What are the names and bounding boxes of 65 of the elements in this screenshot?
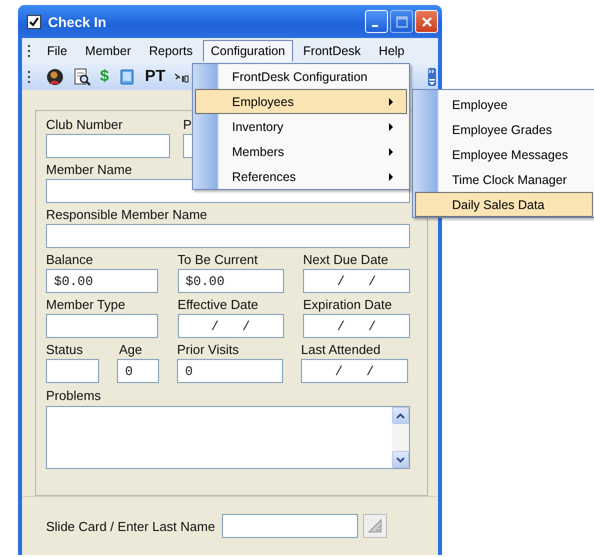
field-label: P: [183, 117, 192, 134]
text-field[interactable]: 0: [117, 359, 159, 383]
menu-item[interactable]: Help: [370, 40, 413, 62]
field-label: Effective Date: [178, 297, 258, 314]
field-label: Slide Card / Enter Last Name: [46, 518, 216, 534]
menu-item[interactable]: File: [39, 40, 76, 62]
text-field[interactable]: / /: [303, 269, 410, 293]
menu-item[interactable]: Employee Messages: [415, 142, 593, 167]
text-field[interactable]: $0.00: [46, 269, 158, 293]
menu-item[interactable]: FrontDesk Configuration: [195, 64, 407, 89]
menu-item[interactable]: Time Clock Manager: [415, 167, 593, 192]
menu-item[interactable]: References: [195, 164, 407, 189]
menu-item[interactable]: Inventory: [195, 114, 407, 139]
menu-item[interactable]: Member: [77, 40, 139, 62]
field-label: Problems: [46, 388, 101, 403]
field-label: To Be Current: [178, 252, 258, 269]
field-label: Balance: [46, 252, 93, 269]
text-field[interactable]: [46, 224, 410, 248]
chevron-down-icon: [396, 456, 405, 462]
text-field[interactable]: [46, 134, 170, 158]
field-label: Member Type: [46, 297, 126, 314]
grip-icon: [28, 70, 31, 84]
toolbar-button[interactable]: PT: [144, 68, 166, 86]
menu-item[interactable]: Reports: [141, 40, 201, 62]
field-label: Club Number: [46, 117, 123, 134]
field-label: Prior Visits: [177, 342, 239, 359]
close-button[interactable]: [415, 10, 438, 33]
document-search-icon[interactable]: [73, 68, 91, 86]
minimize-icon: [372, 24, 378, 26]
scroll-up-button[interactable]: [392, 407, 409, 424]
checkbox-icon: [27, 14, 41, 28]
menu-item[interactable]: Configuration: [202, 40, 294, 62]
field-label: Last Attended: [301, 342, 381, 359]
grip-icon: [28, 44, 31, 58]
text-field[interactable]: / /: [303, 314, 410, 338]
field-label: Expiration Date: [303, 297, 392, 314]
text-field[interactable]: / /: [301, 359, 408, 383]
text-field[interactable]: [46, 314, 158, 338]
field-label: Next Due Date: [303, 252, 388, 269]
text-field[interactable]: [222, 514, 358, 538]
field-label: Age: [119, 342, 142, 359]
minimize-button[interactable]: [365, 10, 388, 33]
chevron-up-icon: [396, 412, 405, 418]
card-reader-button[interactable]: [363, 514, 388, 538]
overflow-chevron-icon[interactable]: [428, 68, 436, 86]
scroll-down-button[interactable]: [392, 451, 409, 468]
text-field[interactable]: [46, 359, 99, 383]
menu-item[interactable]: Employee: [415, 92, 593, 117]
maximize-icon: [396, 16, 408, 28]
document-icon[interactable]: [118, 68, 136, 86]
field-label: Member Name: [46, 162, 132, 179]
field-label: Status: [46, 342, 83, 359]
close-icon: [420, 16, 432, 28]
menu-item[interactable]: FrontDesk: [295, 40, 369, 62]
menu-item[interactable]: Employees: [195, 89, 407, 114]
window-title: Check In: [48, 14, 108, 30]
menu-item[interactable]: Employee Grades: [415, 117, 593, 142]
text-field[interactable]: 0: [177, 359, 283, 383]
menu-item[interactable]: Daily Sales Data: [415, 192, 593, 217]
field-label: Responsible Member Name: [46, 207, 208, 224]
triangle-ruler-icon: [367, 518, 384, 534]
person-icon[interactable]: [46, 68, 64, 86]
text-field[interactable]: $0.00: [178, 269, 284, 293]
text-field[interactable]: / /: [178, 314, 284, 338]
menu-item[interactable]: Members: [195, 139, 407, 164]
